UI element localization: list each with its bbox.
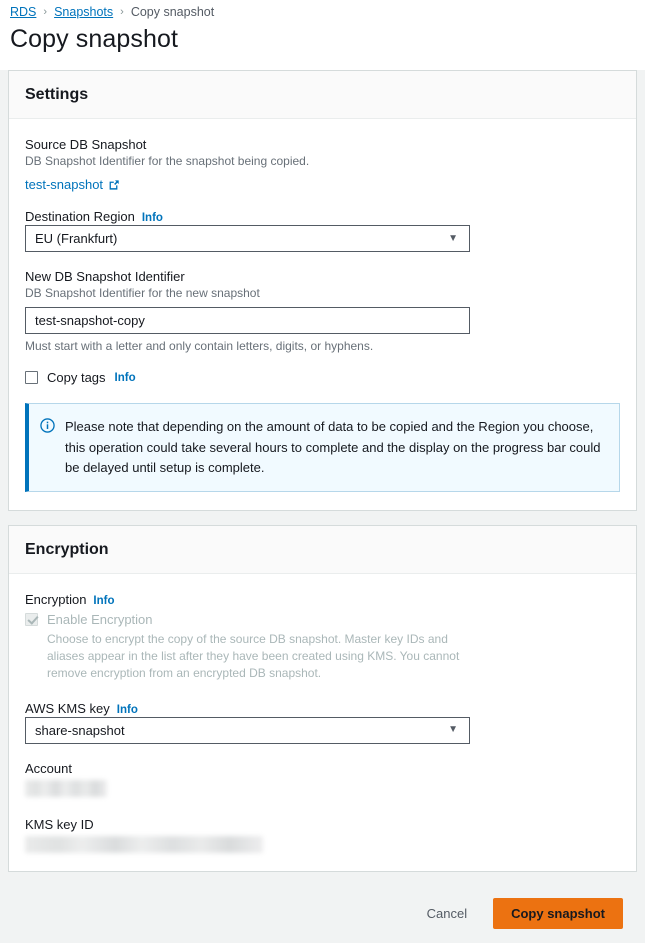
enable-encryption-description: Choose to encrypt the copy of the source… xyxy=(47,631,479,682)
cancel-button[interactable]: Cancel xyxy=(423,900,471,927)
source-db-snapshot-label: Source DB Snapshot xyxy=(25,137,146,152)
copy-tags-row[interactable]: Copy tags Info xyxy=(25,370,620,385)
breadcrumb-item-current: Copy snapshot xyxy=(131,5,214,19)
destination-region-field: Destination Region Info EU (Frankfurt) ▼ xyxy=(25,209,620,252)
aws-kms-key-selected-value: share-snapshot xyxy=(35,723,125,738)
breadcrumb: RDS › Snapshots › Copy snapshot xyxy=(0,0,645,20)
copy-tags-field: Copy tags Info xyxy=(25,370,620,385)
settings-card-body: Source DB Snapshot DB Snapshot Identifie… xyxy=(9,119,636,510)
new-identifier-input-value: test-snapshot-copy xyxy=(35,313,145,328)
enable-encryption-checkbox xyxy=(25,613,38,626)
source-db-snapshot-label-row: Source DB Snapshot xyxy=(25,137,620,152)
chevron-down-icon: ▼ xyxy=(448,234,458,244)
aws-kms-key-field: AWS KMS key Info share-snapshot ▼ xyxy=(25,701,620,744)
destination-region-info-link[interactable]: Info xyxy=(142,212,163,224)
destination-region-label-row: Destination Region Info xyxy=(25,209,620,224)
new-identifier-input[interactable]: test-snapshot-copy xyxy=(25,307,470,334)
source-db-snapshot-description: DB Snapshot Identifier for the snapshot … xyxy=(25,153,620,169)
settings-card-header: Settings xyxy=(9,71,636,119)
destination-region-label: Destination Region xyxy=(25,209,135,224)
aws-kms-key-label: AWS KMS key xyxy=(25,701,110,716)
new-identifier-hint: Must start with a letter and only contai… xyxy=(25,339,620,353)
destination-region-selected-value: EU (Frankfurt) xyxy=(35,231,117,246)
external-link-icon xyxy=(108,179,120,191)
new-identifier-label-row: New DB Snapshot Identifier xyxy=(25,269,620,284)
chevron-down-icon: ▼ xyxy=(448,725,458,735)
encryption-field: Encryption Info Enable Encryption Choose… xyxy=(25,592,620,682)
copy-tags-checkbox[interactable] xyxy=(25,371,38,384)
encryption-card-body: Encryption Info Enable Encryption Choose… xyxy=(9,574,636,871)
account-label: Account xyxy=(25,761,72,776)
new-identifier-description: DB Snapshot Identifier for the new snaps… xyxy=(25,285,620,301)
breadcrumb-item-rds[interactable]: RDS xyxy=(10,5,36,19)
kms-key-id-value-redacted xyxy=(25,836,263,853)
info-alert: Please note that depending on the amount… xyxy=(25,403,620,491)
settings-card: Settings Source DB Snapshot DB Snapshot … xyxy=(8,70,637,511)
copy-snapshot-button[interactable]: Copy snapshot xyxy=(493,898,623,929)
settings-header-title: Settings xyxy=(25,86,620,104)
breadcrumb-separator-icon: › xyxy=(43,6,47,18)
info-alert-text: Please note that depending on the amount… xyxy=(65,417,605,477)
new-db-snapshot-identifier-field: New DB Snapshot Identifier DB Snapshot I… xyxy=(25,269,620,353)
new-identifier-label: New DB Snapshot Identifier xyxy=(25,269,185,284)
kms-key-id-field: KMS key ID xyxy=(25,817,620,853)
breadcrumb-separator-icon: › xyxy=(120,6,124,18)
encryption-header-title: Encryption xyxy=(25,541,620,559)
aws-kms-key-select[interactable]: share-snapshot ▼ xyxy=(25,717,470,744)
info-circle-icon xyxy=(40,418,55,477)
account-field: Account xyxy=(25,761,620,797)
aws-kms-key-info-link[interactable]: Info xyxy=(117,704,138,716)
page-title-container: Copy snapshot xyxy=(0,20,645,70)
enable-encryption-row: Enable Encryption xyxy=(25,612,620,627)
encryption-label: Encryption xyxy=(25,592,86,607)
kms-key-id-label: KMS key ID xyxy=(25,817,94,832)
encryption-card: Encryption Encryption Info Enable Encryp… xyxy=(8,525,637,872)
enable-encryption-label: Enable Encryption xyxy=(47,612,153,627)
kms-key-id-label-row: KMS key ID xyxy=(25,817,620,832)
encryption-card-header: Encryption xyxy=(9,526,636,574)
page-body: Settings Source DB Snapshot DB Snapshot … xyxy=(0,70,645,943)
copy-tags-info-link[interactable]: Info xyxy=(115,372,136,384)
form-actions-footer: Cancel Copy snapshot xyxy=(8,886,637,943)
page-title: Copy snapshot xyxy=(10,24,645,54)
source-snapshot-link-label: test-snapshot xyxy=(25,177,103,192)
source-db-snapshot-field: Source DB Snapshot DB Snapshot Identifie… xyxy=(25,137,620,192)
source-snapshot-link[interactable]: test-snapshot xyxy=(25,177,120,192)
account-value-wrap xyxy=(25,780,620,797)
copy-tags-label: Copy tags xyxy=(47,370,106,385)
destination-region-select[interactable]: EU (Frankfurt) ▼ xyxy=(25,225,470,252)
breadcrumb-item-snapshots[interactable]: Snapshots xyxy=(54,5,113,19)
account-label-row: Account xyxy=(25,761,620,776)
encryption-label-row: Encryption Info xyxy=(25,592,620,607)
account-value-redacted xyxy=(25,780,107,797)
aws-kms-key-label-row: AWS KMS key Info xyxy=(25,701,620,716)
encryption-info-link[interactable]: Info xyxy=(93,595,114,607)
kms-key-id-value-wrap xyxy=(25,836,620,853)
